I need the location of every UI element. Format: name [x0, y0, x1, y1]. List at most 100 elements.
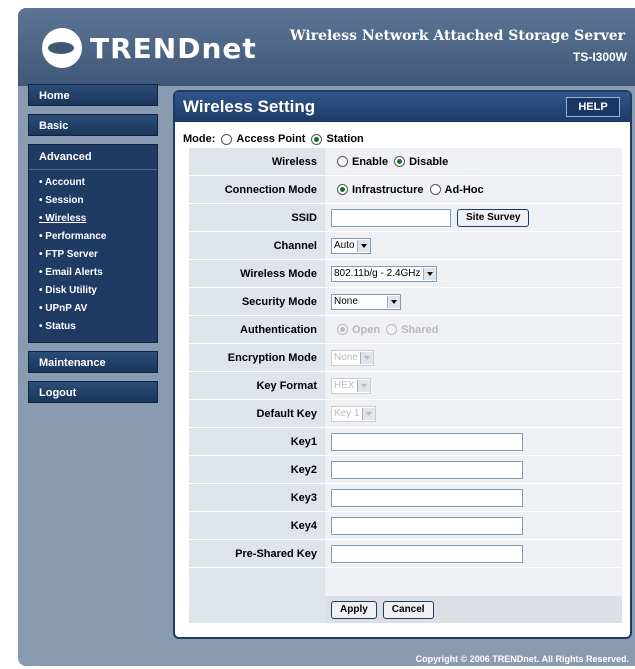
- encryption-mode-label: Encryption Mode: [189, 344, 325, 372]
- nav-item-label: • Session: [39, 195, 84, 206]
- nav-item-session[interactable]: • Session: [29, 192, 157, 210]
- security-mode-value: None: [334, 296, 358, 307]
- ssid-label: SSID: [189, 204, 325, 232]
- nav-home[interactable]: Home: [28, 84, 158, 106]
- nav-item-performance[interactable]: • Performance: [29, 228, 157, 246]
- channel-value: Auto: [334, 240, 355, 251]
- page-frame: TRENDnet Wireless Network Attached Stora…: [18, 8, 635, 666]
- apply-button[interactable]: Apply: [331, 600, 377, 619]
- key-format-label: Key Format: [189, 372, 325, 400]
- auth-shared-radio[interactable]: [386, 324, 398, 335]
- auth-open-radio[interactable]: [337, 324, 348, 335]
- chevron-down-icon: [422, 267, 436, 280]
- key4-label: Key4: [189, 512, 325, 540]
- nav-advanced[interactable]: Advanced: [29, 151, 157, 170]
- nav-item-email-alerts[interactable]: • Email Alerts: [29, 264, 157, 282]
- key1-input[interactable]: [331, 432, 523, 451]
- key4-input[interactable]: [331, 516, 523, 535]
- security-mode-select[interactable]: None: [331, 293, 401, 310]
- form-row-connection-mode: Connection Mode Infrastructure Ad-Hoc: [189, 176, 622, 204]
- encryption-mode-value: None: [334, 352, 358, 363]
- default-key-value: Key 1: [334, 408, 360, 419]
- key3-input[interactable]: [331, 488, 523, 507]
- pre-shared-key-label: Pre-Shared Key: [189, 540, 325, 568]
- ssid-input[interactable]: [331, 208, 451, 227]
- encryption-mode-select[interactable]: None: [331, 349, 374, 366]
- help-button[interactable]: HELP: [566, 97, 620, 117]
- nav-item-label: • Email Alerts: [39, 267, 103, 278]
- mode-station-label: Station: [326, 133, 364, 145]
- nav-item-disk-utility[interactable]: • Disk Utility: [29, 282, 157, 300]
- form-row-default-key: Default Key Key 1: [189, 400, 622, 428]
- key1-label: Key1: [189, 428, 325, 456]
- form-row-key1: Key1: [189, 428, 622, 456]
- form-row-ssid: SSID Site Survey: [189, 204, 622, 232]
- nav-item-wireless[interactable]: • Wireless: [29, 210, 157, 228]
- nav-item-label: • Wireless: [39, 213, 87, 224]
- pre-shared-key-input[interactable]: [331, 544, 523, 563]
- adhoc-label: Ad-Hoc: [444, 183, 484, 196]
- auth-open-label: Open: [352, 323, 381, 336]
- default-key-label: Default Key: [189, 400, 325, 428]
- copyright-footer: Copyright © 2006 TRENDnet. All Rights Re…: [415, 654, 629, 664]
- nav-item-label: • Disk Utility: [39, 285, 97, 296]
- key2-input[interactable]: [331, 460, 523, 479]
- key-format-select[interactable]: HEX: [331, 377, 371, 394]
- form-row-channel: Channel Auto: [189, 232, 622, 260]
- form-row-key-format: Key Format HEX: [189, 372, 622, 400]
- adhoc-radio[interactable]: [429, 184, 441, 195]
- default-key-select[interactable]: Key 1: [331, 405, 376, 422]
- brand-name: TRENDnet: [90, 31, 257, 65]
- channel-label: Channel: [189, 232, 325, 260]
- mode-station-radio[interactable]: [311, 133, 323, 145]
- nav-item-label: • Account: [39, 177, 85, 188]
- auth-shared-label: Shared: [401, 323, 439, 336]
- wireless-enable-radio[interactable]: [337, 156, 348, 167]
- form-row-wireless-mode: Wireless Mode 802.11b/g - 2.4GHz: [189, 260, 622, 288]
- chevron-down-icon: [359, 351, 373, 364]
- nav-maintenance[interactable]: Maintenance: [28, 351, 158, 373]
- site-survey-button[interactable]: Site Survey: [457, 208, 530, 227]
- product-title: Wireless Network Attached Storage Server: [289, 28, 625, 44]
- page-title: Wireless Setting HELP: [175, 92, 630, 122]
- cancel-button[interactable]: Cancel: [382, 600, 434, 619]
- wireless-mode-select[interactable]: 802.11b/g - 2.4GHz: [331, 265, 437, 282]
- nav-item-upnp-av[interactable]: • UPnP AV: [29, 300, 157, 318]
- key2-label: Key2: [189, 456, 325, 484]
- nav-item-status[interactable]: • Status: [29, 318, 157, 336]
- form-row-key4: Key4: [189, 512, 622, 540]
- connection-mode-label: Connection Mode: [189, 176, 325, 204]
- mode-label: Mode:: [183, 133, 216, 145]
- brand-logo: TRENDnet: [42, 26, 257, 70]
- chevron-down-icon: [387, 295, 400, 308]
- header-bar: TRENDnet Wireless Network Attached Stora…: [18, 8, 635, 86]
- nav-basic[interactable]: Basic: [28, 114, 158, 136]
- mode-access-point-radio[interactable]: [221, 133, 233, 145]
- nav-logout[interactable]: Logout: [28, 381, 158, 403]
- form-row-security-mode: Security Mode None: [189, 288, 622, 316]
- sidebar: Home Basic Advanced • Account • Session …: [28, 84, 158, 411]
- key-format-value: HEX: [334, 380, 355, 391]
- form-row-wireless: Wireless Enable Disable: [189, 148, 622, 176]
- trendnet-logo-icon: [42, 28, 82, 68]
- infrastructure-label: Infrastructure: [352, 183, 424, 196]
- spacer-label-cell: [189, 568, 325, 597]
- chevron-down-icon: [356, 379, 370, 392]
- product-model: TS-I300W: [572, 50, 627, 64]
- form-row-key3: Key3: [189, 484, 622, 512]
- nav-item-ftp-server[interactable]: • FTP Server: [29, 246, 157, 264]
- nav-item-account[interactable]: • Account: [29, 174, 157, 192]
- channel-select[interactable]: Auto: [331, 237, 371, 254]
- infrastructure-radio[interactable]: [337, 184, 348, 195]
- wireless-disable-label: Disable: [409, 155, 449, 168]
- wireless-mode-value: 802.11b/g - 2.4GHz: [334, 268, 421, 279]
- nav-advanced-section: Advanced • Account • Session • Wireless …: [28, 144, 158, 343]
- nav-item-label: • FTP Server: [39, 249, 98, 260]
- spacer-value-cell: [325, 568, 622, 597]
- nav-item-label: • Status: [39, 321, 76, 332]
- mode-selector: Mode: Access Point Station: [183, 133, 364, 145]
- form-row-pre-shared-key: Pre-Shared Key: [189, 540, 622, 568]
- form-row-spacer: [189, 568, 622, 597]
- wireless-disable-radio[interactable]: [394, 156, 406, 167]
- form-row-key2: Key2: [189, 456, 622, 484]
